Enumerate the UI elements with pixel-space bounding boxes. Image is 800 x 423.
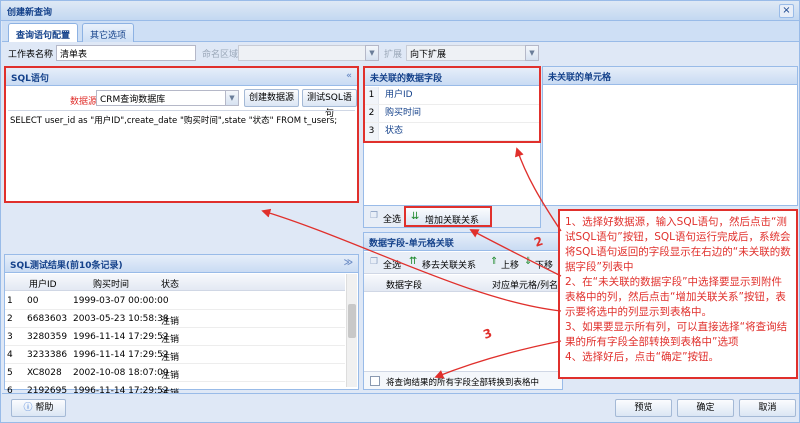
dialog-window: 创建新查询 × 查询语句配置 其它选项 工作表名称 清单表 命名区域 ▼ 扩展 … [0, 0, 800, 423]
annotation-number-3: 3 [481, 326, 494, 342]
help-icon: ⓘ [23, 403, 36, 413]
annotation-arrows: 2 3 [261, 147, 562, 379]
arrow-to-sql-panel [261, 208, 562, 312]
bottom-bar: ⓘ 帮助 预览 确定 取消 [2, 393, 799, 422]
annotation-number-2: 2 [532, 234, 545, 250]
arrow-to-field-list [514, 147, 562, 232]
ok-button[interactable]: 确定 [677, 399, 734, 417]
arrow-to-add-button [469, 229, 562, 277]
cancel-button[interactable]: 取消 [739, 399, 796, 417]
arrow-to-convert-all [434, 340, 562, 379]
help-button[interactable]: ⓘ 帮助 [11, 399, 66, 417]
preview-button[interactable]: 预览 [615, 399, 672, 417]
